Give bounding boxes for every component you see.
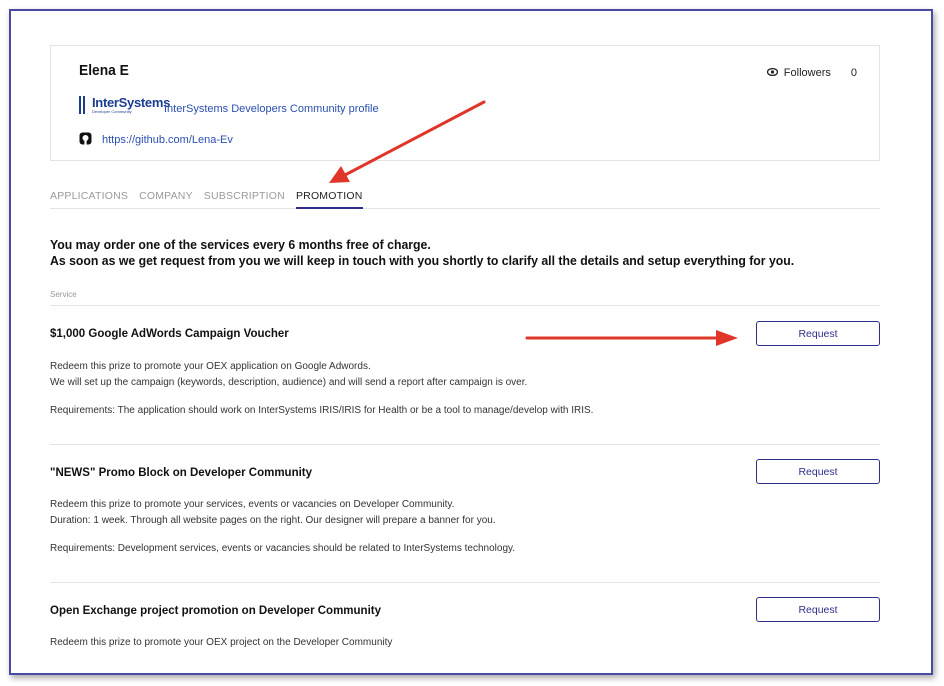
tab-applications[interactable]: APPLICATIONS [50,190,128,207]
profile-card: Elena E Followers 0 InterSystems Develop… [50,45,880,161]
intro-text: You may order one of the services every … [50,237,794,269]
github-link-row[interactable]: https://github.com/Lena-Ev [79,132,233,148]
github-url[interactable]: https://github.com/Lena-Ev [102,134,233,146]
screenshot-frame: Elena E Followers 0 InterSystems Develop… [9,9,933,675]
followers-widget[interactable]: Followers 0 [766,67,857,79]
service-item: $1,000 Google AdWords Campaign Voucher R… [50,321,880,445]
logo-mark-icon [79,96,89,114]
service-item: Open Exchange project promotion on Devel… [50,597,880,673]
service-requirements: Requirements: The application should wor… [50,405,594,416]
service-description: Redeem this prize to promote your servic… [50,497,496,529]
service-title: Open Exchange project promotion on Devel… [50,605,381,617]
logo-text: InterSystems [92,95,171,110]
intro-line-1: You may order one of the services every … [50,237,431,252]
service-description: Redeem this prize to promote your OEX pr… [50,635,392,651]
service-requirements: Requirements: Development services, even… [50,543,516,554]
service-desc-line: Redeem this prize to promote your OEX ap… [50,361,371,372]
service-desc-line: We will set up the campaign (keywords, d… [50,377,528,388]
github-icon [79,132,92,148]
profile-name: Elena E [79,62,129,79]
tab-subscription[interactable]: SUBSCRIPTION [204,190,285,207]
service-title: "NEWS" Promo Block on Developer Communit… [50,467,313,479]
eye-icon [766,67,778,79]
tab-company[interactable]: COMPANY [139,190,193,207]
intro-line-2: As soon as we get request from you we wi… [50,253,795,268]
request-button[interactable]: Request [756,459,880,484]
logo-subtext: Developer Community [92,109,132,114]
service-desc-line: Redeem this prize to promote your servic… [50,499,455,510]
community-profile-link[interactable]: InterSystems Developers Community profil… [164,103,379,115]
tab-bar: APPLICATIONS COMPANY SUBSCRIPTION PROMOT… [50,190,880,209]
service-desc-line: Duration: 1 week. Through all website pa… [50,515,496,526]
service-desc-line: Redeem this prize to promote your OEX pr… [50,637,393,648]
request-button[interactable]: Request [756,321,880,346]
tab-promotion[interactable]: PROMOTION [295,190,363,209]
followers-label: Followers [783,67,831,79]
service-item: "NEWS" Promo Block on Developer Communit… [50,459,880,583]
intersystems-logo: InterSystems Developer Community [79,96,170,114]
request-button[interactable]: Request [756,597,880,622]
followers-count: 0 [850,67,857,79]
service-title: $1,000 Google AdWords Campaign Voucher [50,328,289,340]
services-column-header: Service [50,290,880,306]
service-description: Redeem this prize to promote your OEX ap… [50,359,527,391]
